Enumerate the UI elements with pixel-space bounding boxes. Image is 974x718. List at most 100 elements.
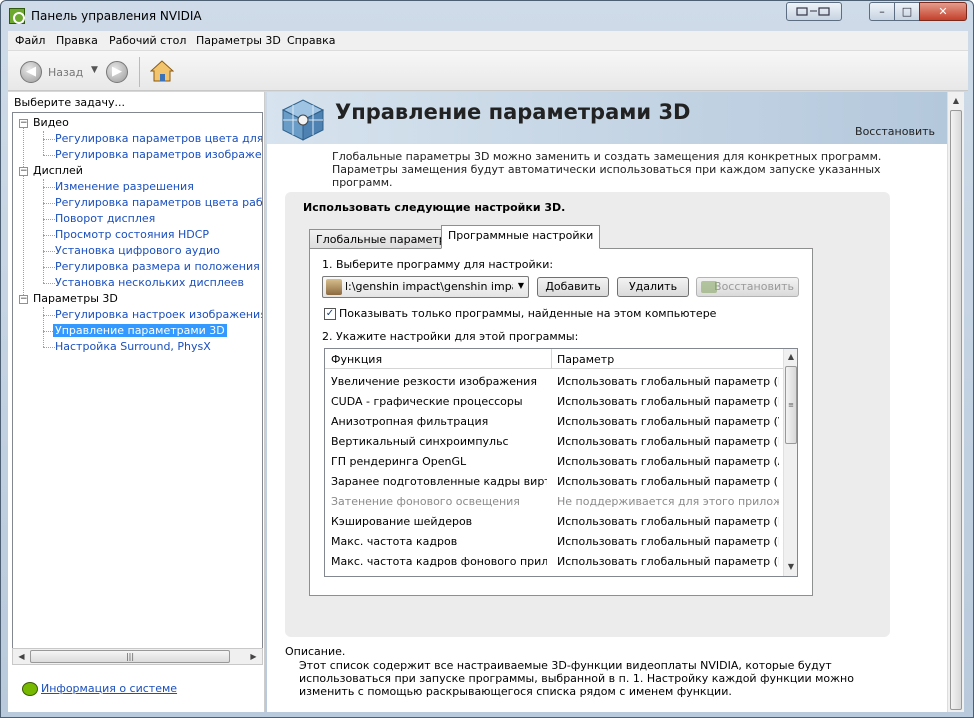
tree-item-desktop-color[interactable]: Регулировка параметров цвета рабочег — [55, 196, 262, 209]
row-function: Макс. частота кадров — [331, 535, 458, 548]
show-found-only-checkbox[interactable]: ✓ — [324, 308, 336, 320]
row-parameter[interactable]: Использовать глобальный параметр (В... — [557, 515, 779, 528]
program-select[interactable]: l:\genshin impact\genshin impac... ▼ — [322, 276, 529, 298]
tree-item-video-image[interactable]: Регулировка параметров изображения д — [55, 148, 262, 161]
table-row-disabled: Затенение фонового освещения Не поддержив… — [325, 492, 783, 512]
scroll-right-icon[interactable]: ▶ — [246, 650, 261, 663]
row-parameter[interactable]: Использовать глобальный параметр (В... — [557, 555, 779, 568]
tree-item-resolution[interactable]: Изменение разрешения — [55, 180, 194, 193]
row-parameter[interactable]: Использовать глобальный параметр (Все) — [557, 395, 779, 408]
table-row[interactable]: CUDA - графические процессоры Использоват… — [325, 392, 783, 412]
row-parameter: Не поддерживается для этого приложе... — [557, 495, 779, 508]
add-program-button[interactable]: Добавить — [537, 277, 609, 297]
grid-vertical-scrollbar[interactable]: ▲ ≡ ▼ — [783, 349, 797, 576]
menu-3d-settings[interactable]: Параметры 3D — [196, 34, 281, 47]
menu-help[interactable]: Справка — [287, 34, 335, 47]
row-function: Заранее подготовленные кадры вирту... — [331, 475, 547, 488]
history-dropdown-icon[interactable]: ▼ — [91, 65, 98, 75]
tree-horizontal-scrollbar[interactable]: ◀ ||| ▶ — [12, 648, 263, 665]
title-extra-button[interactable] — [786, 2, 842, 21]
close-button[interactable]: ✕ — [919, 2, 967, 21]
table-row[interactable]: Вертикальный синхроимпульс Использовать г… — [325, 432, 783, 452]
main-content: Управление параметрами 3D Восстановить Г… — [267, 92, 947, 712]
tree-group-display[interactable]: Дисплей — [33, 164, 83, 177]
row-parameter[interactable]: Использовать глобальный параметр (В... — [557, 535, 779, 548]
task-label: Выберите задачу... — [14, 96, 126, 109]
column-function[interactable]: Функция — [331, 353, 382, 366]
table-row[interactable]: Макс. частота кадров Использовать глобаль… — [325, 532, 783, 552]
grid-header: Функция Параметр — [325, 349, 783, 369]
back-label[interactable]: Назад — [48, 66, 83, 79]
scroll-left-icon[interactable]: ◀ — [14, 650, 29, 663]
menu-edit[interactable]: Правка — [56, 34, 98, 47]
collapse-3d-icon[interactable]: − — [19, 295, 28, 304]
tree-item-hdcp[interactable]: Просмотр состояния HDCP — [55, 228, 209, 241]
intro-text: Глобальные параметры 3D можно заменить и… — [332, 150, 882, 189]
row-function: Анизотропная фильтрация — [331, 415, 489, 428]
back-arrow-icon[interactable]: ◀ — [20, 61, 42, 83]
tree-item-multi-display[interactable]: Установка нескольких дисплеев — [55, 276, 244, 289]
chevron-down-icon[interactable]: ▼ — [518, 281, 524, 290]
table-row[interactable]: ГП рендеринга OpenGL Использовать глобаль… — [325, 452, 783, 472]
scroll-down-icon[interactable]: ▼ — [785, 560, 797, 574]
minimize-button[interactable]: – — [869, 2, 895, 21]
window-pin-icon — [796, 7, 830, 16]
panel-title: Использовать следующие настройки 3D. — [303, 201, 566, 214]
show-found-only-label[interactable]: Показывать только программы, найденные н… — [339, 307, 716, 320]
table-row[interactable]: Анизотропная фильтрация Использовать глоб… — [325, 412, 783, 432]
tab-global-settings[interactable]: Глобальные параметры — [309, 229, 462, 249]
tree-item-rotate[interactable]: Поворот дисплея — [55, 212, 155, 225]
scroll-thumb[interactable] — [950, 110, 962, 710]
scroll-up-icon[interactable]: ▲ — [785, 350, 797, 364]
scroll-thumb[interactable]: ≡ — [785, 366, 797, 444]
scroll-thumb[interactable]: ||| — [30, 650, 230, 663]
task-tree[interactable]: − Видео Регулировка параметров цвета для… — [12, 112, 263, 655]
restore-defaults-link[interactable]: Восстановить — [855, 125, 935, 138]
nvidia-app-icon — [9, 8, 25, 24]
collapse-video-icon[interactable]: − — [19, 119, 28, 128]
tree-item-desktop-size[interactable]: Регулировка размера и положения рабо — [55, 260, 262, 273]
toolbar: ◀ Назад ▼ ▶ — [8, 51, 968, 91]
tree-item-audio[interactable]: Установка цифрового аудио — [55, 244, 220, 257]
row-parameter[interactable]: Использовать глобальный параметр (В... — [557, 375, 779, 388]
tab-content: 1. Выберите программу для настройки: l:\… — [309, 248, 813, 596]
tree-item-video-color[interactable]: Регулировка параметров цвета для вид — [55, 132, 262, 145]
system-info-label[interactable]: Информация о системе — [41, 682, 177, 695]
3d-cube-icon — [281, 99, 325, 141]
restore-program-button[interactable]: Восстановить — [696, 277, 799, 297]
row-parameter[interactable]: Использовать глобальный параметр (И... — [557, 435, 779, 448]
row-function: Кэширование шейдеров — [331, 515, 473, 528]
row-function: Затенение фонового освещения — [331, 495, 520, 508]
task-sidebar: Выберите задачу... − Видео Регулировка п… — [8, 92, 265, 712]
table-row[interactable]: Макс. частота кадров фонового прило... Ис… — [325, 552, 783, 572]
tree-group-3d[interactable]: Параметры 3D — [33, 292, 118, 305]
menu-desktop[interactable]: Рабочий стол — [109, 34, 186, 47]
row-parameter[interactable]: Использовать глобальный параметр (А... — [557, 455, 779, 468]
tree-group-video[interactable]: Видео — [33, 116, 69, 129]
table-row[interactable]: Заранее подготовленные кадры вирту... Исп… — [325, 472, 783, 492]
table-row[interactable]: Кэширование шейдеров Использовать глобаль… — [325, 512, 783, 532]
row-parameter[interactable]: Использовать глобальный параметр (1) — [557, 475, 779, 488]
program-icon — [326, 279, 342, 295]
toolbar-divider — [139, 57, 140, 87]
main-vertical-scrollbar[interactable]: ▲ — [947, 92, 964, 712]
page-title: Управление параметрами 3D — [335, 100, 691, 124]
delete-program-button[interactable]: Удалить — [617, 277, 689, 297]
title-bar[interactable]: Панель управления NVIDIA – □ ✕ — [1, 1, 973, 31]
tree-item-image-settings[interactable]: Регулировка настроек изображения с пр — [55, 308, 262, 321]
column-parameter[interactable]: Параметр — [557, 353, 614, 366]
forward-arrow-icon[interactable]: ▶ — [106, 61, 128, 83]
tab-program-settings[interactable]: Программные настройки — [441, 225, 601, 249]
home-icon[interactable] — [150, 60, 174, 82]
collapse-display-icon[interactable]: − — [19, 167, 28, 176]
menu-file[interactable]: Файл — [15, 34, 45, 47]
row-function: Вертикальный синхроимпульс — [331, 435, 509, 448]
column-divider[interactable] — [551, 349, 552, 369]
tree-item-surround[interactable]: Настройка Surround, PhysX — [55, 340, 211, 353]
row-parameter[interactable]: Использовать глобальный параметр (У... — [557, 415, 779, 428]
maximize-button[interactable]: □ — [894, 2, 920, 21]
table-row[interactable]: Увеличение резкости изображения Использов… — [325, 372, 783, 392]
tree-item-manage-3d[interactable]: Управление параметрами 3D — [53, 324, 227, 337]
scroll-up-icon[interactable]: ▲ — [950, 94, 962, 108]
program-select-value: l:\genshin impact\genshin impac... — [345, 280, 513, 293]
